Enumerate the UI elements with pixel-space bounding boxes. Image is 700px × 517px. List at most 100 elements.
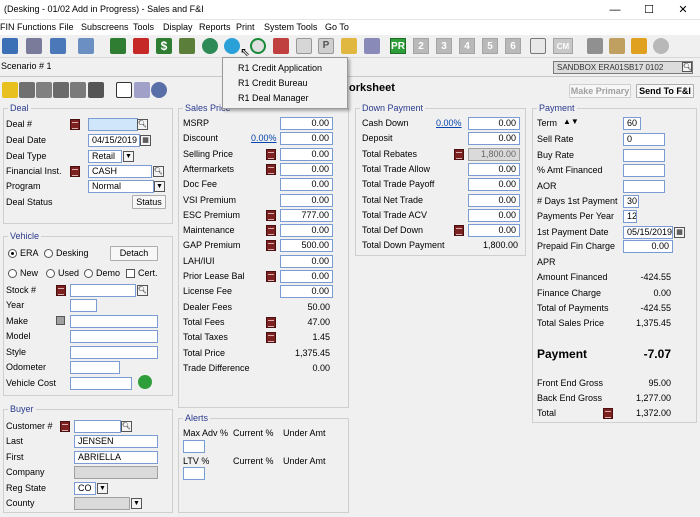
max-adv-field[interactable]: [183, 440, 205, 453]
calculator-icon[interactable]: [133, 38, 149, 54]
first-payment-date-field[interactable]: 05/15/2019: [623, 226, 673, 239]
menu-go-to[interactable]: Go To: [325, 22, 349, 32]
p-icon[interactable]: P: [318, 38, 334, 54]
apps-icon[interactable]: [631, 38, 647, 54]
deal-search-icon[interactable]: 🔍︎: [137, 119, 148, 130]
program-select[interactable]: Normal: [88, 180, 154, 193]
financial-inst-calculator-icon[interactable]: [70, 166, 80, 177]
used-radio[interactable]: [46, 269, 55, 278]
down-cash-down-value[interactable]: 0.00: [468, 117, 520, 130]
search-icon[interactable]: [78, 38, 94, 54]
deal-type-select[interactable]: Retail: [88, 150, 122, 163]
table-icon[interactable]: [70, 82, 86, 98]
down-total-net-trade-value[interactable]: 0.00: [468, 193, 520, 207]
customer-search-icon[interactable]: 🔍︎: [121, 421, 132, 432]
globe-icon[interactable]: [224, 38, 240, 54]
menu-file[interactable]: File: [59, 22, 74, 32]
scenario-4-button[interactable]: 4: [459, 38, 475, 54]
down-total-def-down-calculator-icon[interactable]: [454, 225, 464, 237]
company-field[interactable]: [74, 466, 158, 479]
clipboard-icon[interactable]: [530, 38, 546, 54]
menu-fin-functions[interactable]: FIN Functions: [0, 22, 56, 32]
sandbox-search-icon[interactable]: 🔍︎: [682, 62, 692, 72]
make-field[interactable]: [70, 315, 158, 328]
prepaid-fin-charge-field[interactable]: 0.00: [623, 240, 673, 253]
scenario-2-button[interactable]: 2: [413, 38, 429, 54]
customer-calculator-icon[interactable]: [60, 421, 70, 432]
demo-radio[interactable]: [84, 269, 93, 278]
aor-field[interactable]: [623, 180, 665, 193]
sales-gap-premium-value[interactable]: 500.00: [280, 239, 333, 253]
deal-date-calendar-icon[interactable]: ▦: [140, 135, 151, 146]
deal-date-field[interactable]: 04/15/2019: [88, 134, 140, 147]
term-field[interactable]: 60: [623, 117, 641, 130]
odometer-field[interactable]: [70, 361, 120, 374]
sales-discount-percent-link[interactable]: 0.00%: [251, 133, 277, 143]
sales-msrp-value[interactable]: 0.00: [280, 117, 333, 130]
minimize-button[interactable]: —: [598, 0, 632, 20]
deal-number-field[interactable]: [88, 118, 138, 131]
sales-license-fee-value[interactable]: 0.00: [280, 285, 333, 299]
cm-button[interactable]: CM: [553, 38, 573, 54]
save-icon[interactable]: [110, 38, 126, 54]
printer-icon[interactable]: [587, 38, 603, 54]
status-button[interactable]: Status: [132, 195, 166, 209]
down-total-def-down-value[interactable]: 0.00: [468, 224, 520, 238]
financial-inst-field[interactable]: CASH: [88, 165, 152, 178]
reg-state-chevron-down-icon[interactable]: ▼: [97, 483, 108, 494]
cert-checkbox[interactable]: [126, 269, 135, 278]
sales-doc-fee-value[interactable]: 0.00: [280, 178, 333, 192]
refresh-icon[interactable]: [202, 38, 218, 54]
car-icon[interactable]: [273, 38, 289, 54]
sales-aftermarkets-calculator-icon[interactable]: [266, 163, 276, 175]
menu-subscreens[interactable]: Subscreens: [81, 22, 129, 32]
gross-total-calculator-icon[interactable]: [603, 408, 613, 419]
model-field[interactable]: [70, 330, 158, 343]
down-total-trade-payoff-value[interactable]: 0.00: [468, 178, 520, 192]
down-total-rebates-value[interactable]: 1,800.00: [468, 147, 520, 161]
menu-item-deal-manager[interactable]: R1 Deal Manager: [238, 93, 309, 103]
days-first-payment-field[interactable]: 30: [623, 195, 639, 208]
new-document-icon[interactable]: [2, 38, 18, 54]
sales-selling-price-calculator-icon[interactable]: [266, 148, 276, 160]
grid-icon[interactable]: [179, 38, 195, 54]
make-checkbox[interactable]: [56, 316, 65, 325]
close-button[interactable]: ✕: [666, 0, 700, 20]
scenario-3-button[interactable]: 3: [436, 38, 452, 54]
scenario-6-button[interactable]: 6: [505, 38, 521, 54]
sales-total-taxes-calculator-icon[interactable]: [266, 332, 276, 344]
sales-vsi-premium-value[interactable]: 0.00: [280, 193, 333, 207]
menu-item-credit-bureau[interactable]: R1 Credit Bureau: [238, 78, 308, 88]
sales-prior-lease-bal-calculator-icon[interactable]: [266, 271, 276, 282]
menu-item-credit-application[interactable]: R1 Credit Application: [238, 63, 322, 73]
car-photo-icon[interactable]: [19, 82, 35, 98]
deal-type-chevron-down-icon[interactable]: ▼: [123, 151, 134, 162]
help-icon[interactable]: [653, 38, 669, 54]
down-deposit-value[interactable]: 0.00: [468, 132, 520, 146]
menu-system-tools[interactable]: System Tools: [264, 22, 317, 32]
people-icon[interactable]: [134, 82, 150, 98]
term-sort-icon[interactable]: ▲▼: [563, 117, 579, 126]
reg-state-select[interactable]: CO: [74, 482, 96, 495]
financial-inst-search-icon[interactable]: 🔍︎: [153, 166, 164, 177]
ltv-field[interactable]: [183, 467, 205, 480]
menu-print[interactable]: Print: [236, 22, 255, 32]
keyboard-icon[interactable]: [609, 38, 625, 54]
year-field[interactable]: [70, 299, 97, 312]
home-icon[interactable]: [116, 82, 132, 98]
sales-aftermarkets-value[interactable]: 0.00: [280, 162, 333, 176]
sales-gap-premium-calculator-icon[interactable]: [266, 240, 276, 252]
deal-number-calculator-icon[interactable]: [70, 119, 80, 130]
make-primary-button[interactable]: Make Primary: [569, 84, 631, 98]
dollar-icon[interactable]: $: [156, 38, 172, 54]
menu-display[interactable]: Display: [163, 22, 193, 32]
down-total-trade-acv-value[interactable]: 0.00: [468, 208, 520, 222]
down-total-trade-allow-value[interactable]: 0.00: [468, 162, 520, 176]
target-icon[interactable]: [250, 38, 266, 54]
refresh-cost-icon[interactable]: [138, 375, 152, 389]
pr-button[interactable]: PR: [390, 38, 406, 54]
document-icon[interactable]: [296, 38, 312, 54]
detach-button[interactable]: Detach: [110, 246, 158, 261]
style-field[interactable]: [70, 346, 158, 359]
county-chevron-down-icon[interactable]: ▼: [131, 498, 142, 509]
